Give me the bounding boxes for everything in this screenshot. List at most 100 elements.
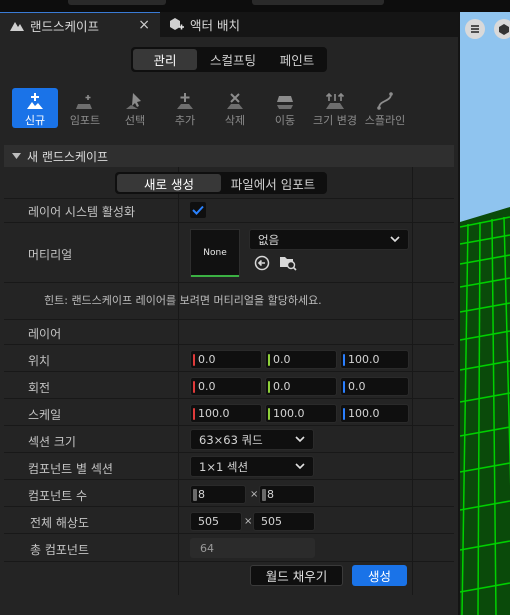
chevron-down-icon <box>390 236 400 243</box>
sections-per-component-label: 컴포넌트 별 섹션 <box>28 462 113 476</box>
section-header-new-landscape[interactable]: 새 랜드스케이프 <box>4 145 454 167</box>
viewport-menu-button[interactable] <box>465 19 485 39</box>
sections-per-component-value: 1×1 섹션 <box>199 459 249 474</box>
window-top-strip <box>0 0 510 12</box>
rotation-z-value: 0.0 <box>348 380 366 393</box>
row-layers <box>4 320 454 345</box>
rotation-x-input[interactable]: 0.0 <box>190 377 262 396</box>
tool-select-button[interactable]: 선택 <box>112 88 158 128</box>
component-count-y-value: 8 <box>267 488 274 501</box>
create-mode-switcher: 새로 생성 파일에서 임포트 <box>115 172 327 194</box>
mode-paint-button[interactable]: 페인트 <box>269 49 325 70</box>
location-x-value: 0.0 <box>198 353 216 366</box>
tool-delete-button[interactable]: 삭제 <box>212 88 258 128</box>
scale-y-input[interactable]: 100.0 <box>265 404 337 423</box>
layer-system-label: 레이어 시스템 활성화 <box>28 205 135 219</box>
delete-component-icon <box>226 88 244 110</box>
mode-sculpt-button[interactable]: 스컬프팅 <box>197 49 269 70</box>
tool-label: 추가 <box>174 114 196 127</box>
spline-icon <box>376 88 394 110</box>
tool-add-button[interactable]: 추가 <box>162 88 208 128</box>
checkmark-icon <box>192 205 204 215</box>
material-label: 머티리얼 <box>28 248 73 262</box>
tool-spline-button[interactable]: 스플라인 <box>362 88 408 128</box>
sections-per-component-dropdown[interactable]: 1×1 섹션 <box>190 456 314 477</box>
material-thumbnail[interactable]: None <box>190 229 240 277</box>
tool-move-button[interactable]: 이동 <box>262 88 308 128</box>
component-count-y-input[interactable]: 8 <box>259 485 315 504</box>
layers-label: 레이어 <box>28 327 62 341</box>
tab-place-actors[interactable]: 액터 배치 <box>160 12 280 37</box>
place-actors-icon <box>170 17 184 32</box>
resolution-y-input[interactable]: 505 <box>253 512 315 531</box>
hamburger-menu-icon <box>471 25 479 33</box>
mode-manage-button[interactable]: 관리 <box>133 49 197 70</box>
location-z-input[interactable]: 100.0 <box>340 350 409 369</box>
select-cursor-icon <box>126 88 144 110</box>
browse-asset-icon[interactable] <box>279 255 297 271</box>
add-component-icon <box>176 88 194 110</box>
move-component-icon <box>276 88 294 110</box>
create-new-button[interactable]: 새로 생성 <box>117 174 221 192</box>
location-y-input[interactable]: 0.0 <box>265 350 337 369</box>
resize-icon <box>325 88 345 110</box>
tool-new-button[interactable]: 신규 <box>12 88 58 128</box>
scale-x-value: 100.0 <box>198 407 230 420</box>
section-size-dropdown[interactable]: 63×63 쿼드 <box>190 429 314 450</box>
tool-label: 스플라인 <box>364 114 406 127</box>
use-selected-asset-icon[interactable] <box>254 255 270 271</box>
component-count-label: 컴포넌트 수 <box>28 489 88 503</box>
scale-z-input[interactable]: 100.0 <box>340 404 409 423</box>
column-divider-right <box>412 167 413 595</box>
component-count-x-value: 8 <box>198 488 205 501</box>
tab-label: 액터 배치 <box>190 18 240 33</box>
material-value: 없음 <box>258 232 280 247</box>
tab-landscape[interactable]: 랜드스케이프 × <box>0 12 160 37</box>
resolution-x-input[interactable]: 505 <box>190 512 242 531</box>
tab-label: 랜드스케이프 <box>30 18 100 34</box>
section-size-label: 섹션 크기 <box>28 435 76 449</box>
location-x-input[interactable]: 0.0 <box>190 350 262 369</box>
rotation-y-value: 0.0 <box>273 380 291 393</box>
layer-system-checkbox[interactable] <box>190 202 206 218</box>
scale-y-value: 100.0 <box>273 407 305 420</box>
viewport-perspective-button[interactable] <box>494 19 510 39</box>
resolution-label: 전체 해상도 <box>30 516 90 530</box>
chevron-down-icon <box>295 436 305 443</box>
rotation-z-input[interactable]: 0.0 <box>340 377 409 396</box>
tool-label: 선택 <box>124 114 146 127</box>
rotation-x-value: 0.0 <box>198 380 216 393</box>
import-from-file-button[interactable]: 파일에서 임포트 <box>221 174 325 192</box>
total-components-label: 총 컴포넌트 <box>30 543 90 557</box>
landscape-mode-icon <box>10 19 24 31</box>
column-divider <box>178 167 179 595</box>
fill-world-button[interactable]: 월드 채우기 <box>250 565 343 586</box>
section-size-value: 63×63 쿼드 <box>199 432 263 447</box>
total-components-value: 64 <box>190 538 315 558</box>
chevron-down-icon <box>12 153 21 159</box>
rotation-label: 회전 <box>28 381 51 395</box>
import-icon <box>76 88 94 110</box>
tool-label: 신규 <box>24 114 46 127</box>
mode-switcher: 관리 스컬프팅 페인트 <box>131 47 327 72</box>
tool-label: 삭제 <box>224 114 246 127</box>
chevron-down-icon <box>295 463 305 470</box>
create-button[interactable]: 생성 <box>352 565 407 586</box>
scale-label: 스케일 <box>28 408 62 422</box>
location-y-value: 0.0 <box>273 353 291 366</box>
tool-resize-button[interactable]: 크기 변경 <box>312 88 358 128</box>
tool-import-button[interactable]: 임포트 <box>62 88 108 128</box>
rotation-y-input[interactable]: 0.0 <box>265 377 337 396</box>
material-thumbnail-text: None <box>203 248 227 258</box>
tool-label: 이동 <box>274 114 296 127</box>
cube-icon <box>499 24 509 35</box>
new-landscape-icon <box>26 88 44 110</box>
scale-x-input[interactable]: 100.0 <box>190 404 262 423</box>
location-label: 위치 <box>28 354 51 368</box>
times-glyph: × <box>250 489 259 500</box>
material-dropdown[interactable]: 없음 <box>249 229 409 250</box>
level-viewport[interactable] <box>458 12 510 615</box>
close-icon[interactable]: × <box>138 17 150 33</box>
component-count-x-input[interactable]: 8 <box>190 485 246 504</box>
material-hint-text: 힌트: 랜드스케이프 레이어를 보려면 머티리얼을 할당하세요. <box>44 294 322 307</box>
